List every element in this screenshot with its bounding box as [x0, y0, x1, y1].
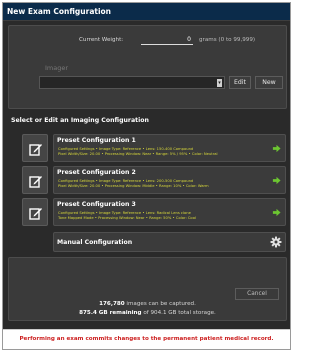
edit-pencil-icon [29, 208, 42, 220]
green-arrow-right-icon[interactable] [272, 144, 281, 153]
edit-preset-1-button[interactable] [22, 134, 48, 162]
footer-warning-text: Performing an exam commits changes to th… [19, 336, 274, 342]
edit-preset-3-button[interactable] [22, 198, 48, 226]
edit-pencil-icon [29, 144, 42, 156]
edit-pencil-icon [29, 176, 42, 188]
manual-configuration-card[interactable]: Manual Configuration [53, 232, 286, 252]
images-count: 176,780 [99, 301, 125, 307]
preset-config-card-3[interactable]: Preset Configuration 3 Configured Settin… [53, 198, 286, 226]
window-title: New Exam Configuration [3, 3, 290, 21]
preset-config-card-2[interactable]: Preset Configuration 2 Configured Settin… [53, 166, 286, 194]
preset-config-detail: Tone Mapped Mode • Processing Window: Ne… [58, 216, 196, 220]
capture-summary-panel: Cancel 176,780 images can be captured. 8… [8, 257, 287, 321]
preset-config-title: Preset Configuration 3 [57, 201, 136, 208]
images-text: images can be captured. [126, 301, 196, 307]
configuration-section-label: Select or Edit an Imaging Configuration [11, 117, 149, 124]
preset-config-row-3: Preset Configuration 3 Configured Settin… [22, 198, 286, 226]
images-capture-line: 176,780 images can be captured. [9, 301, 286, 307]
green-arrow-right-icon[interactable] [272, 176, 281, 185]
imager-select[interactable]: ▾ [39, 76, 225, 89]
manual-configuration-title: Manual Configuration [57, 239, 133, 246]
preset-config-card-1[interactable]: Preset Configuration 1 Configured Settin… [53, 134, 286, 162]
footer-warning-bar: Performing an exam commits changes to th… [3, 329, 290, 349]
storage-remaining: 875.4 GB remaining [79, 310, 142, 316]
gear-icon[interactable] [270, 236, 282, 248]
preset-config-title: Preset Configuration 2 [57, 169, 136, 176]
edit-imager-button[interactable]: Edit [229, 76, 251, 89]
imager-label: Imager [45, 64, 69, 72]
new-imager-button[interactable]: New [255, 76, 283, 89]
preset-config-title: Preset Configuration 1 [57, 137, 136, 144]
edit-preset-2-button[interactable] [22, 166, 48, 194]
green-arrow-right-icon[interactable] [272, 208, 281, 217]
preset-config-row-2: Preset Configuration 2 Configured Settin… [22, 166, 286, 194]
new-exam-configuration-window: New Exam Configuration Current Weight: 0… [2, 2, 291, 350]
storage-line: 875.4 GB remaining of 904.1 GB total sto… [9, 310, 286, 316]
preset-config-detail: Pixel Width/Size: 20.00 • Processing Win… [58, 152, 218, 156]
cancel-button[interactable]: Cancel [235, 288, 279, 300]
current-weight-unit-hint: grams (0 to 99,999) [199, 37, 256, 43]
dropdown-arrow-icon[interactable]: ▾ [217, 79, 222, 87]
current-weight-input[interactable]: 0 [141, 36, 193, 45]
preset-config-row-1: Preset Configuration 1 Configured Settin… [22, 134, 286, 162]
current-weight-label: Current Weight: [79, 37, 124, 43]
settings-panel: Current Weight: 0 grams (0 to 99,999) Im… [8, 25, 287, 109]
preset-config-detail: Pixel Width/Size: 20.00 • Processing Win… [58, 184, 209, 188]
storage-total: of 904.1 GB total storage. [143, 310, 216, 316]
current-weight-row: Current Weight: 0 grams (0 to 99,999) [9, 34, 286, 46]
